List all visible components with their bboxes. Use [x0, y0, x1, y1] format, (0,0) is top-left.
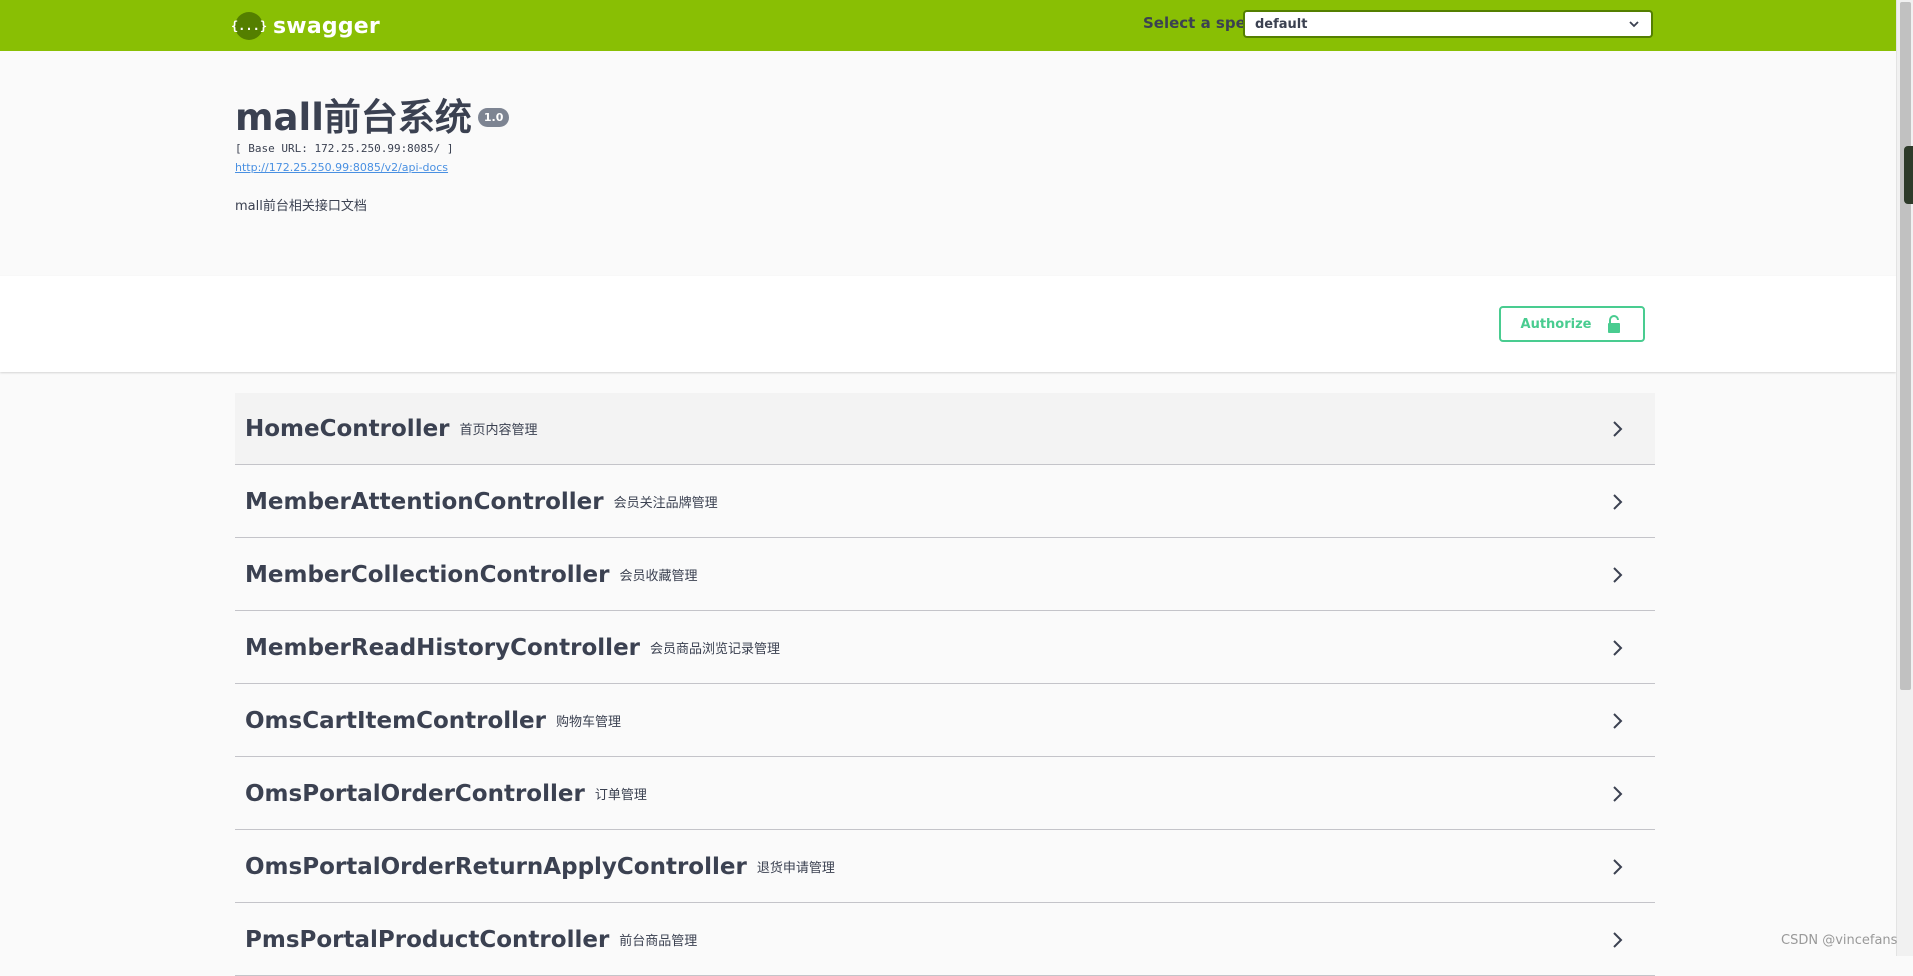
swagger-logo[interactable]: {...} swagger — [231, 12, 380, 40]
chevron-right-icon[interactable] — [1607, 565, 1627, 585]
chevron-right-icon[interactable] — [1607, 638, 1627, 658]
controller-section[interactable]: OmsCartItemController 购物车管理 — [235, 685, 1655, 757]
controller-section[interactable]: HomeController 首页内容管理 — [235, 393, 1655, 465]
chevron-right-icon[interactable] — [1607, 711, 1627, 731]
controller-name: OmsPortalOrderReturnApplyController — [245, 853, 747, 880]
controller-description: 前台商品管理 — [619, 934, 698, 949]
controller-section[interactable]: MemberReadHistoryController 会员商品浏览记录管理 — [235, 612, 1655, 684]
version-badge: 1.0 — [477, 108, 510, 127]
base-url: [ Base URL: 172.25.250.99:8085/ ] — [235, 142, 454, 156]
spec-select[interactable]: default — [1243, 10, 1653, 38]
spec-selected-value: default — [1255, 16, 1308, 32]
page-title: mall前台系统 — [235, 96, 472, 139]
spec-label: Select a spec — [1143, 14, 1255, 32]
swagger-logo-icon: {...} — [231, 12, 267, 40]
controller-description: 首页内容管理 — [459, 423, 538, 438]
controller-name: MemberAttentionController — [245, 488, 604, 515]
chevron-right-icon[interactable] — [1607, 930, 1627, 950]
controller-name: MemberCollectionController — [245, 561, 610, 588]
logo-text: swagger — [273, 13, 380, 39]
controller-name: OmsCartItemController — [245, 707, 546, 734]
chevron-right-icon[interactable] — [1607, 784, 1627, 804]
unlock-icon — [1608, 315, 1621, 333]
controller-description: 退货申请管理 — [756, 861, 835, 876]
controller-list: HomeController 首页内容管理 MemberAttentionCon… — [235, 393, 1655, 976]
authorize-button[interactable]: Authorize — [1499, 306, 1645, 342]
chevron-right-icon[interactable] — [1607, 419, 1627, 439]
api-description: mall前台相关接口文档 — [235, 199, 367, 215]
controller-description: 购物车管理 — [555, 715, 621, 730]
controller-section[interactable]: MemberAttentionController 会员关注品牌管理 — [235, 466, 1655, 538]
chevron-right-icon[interactable] — [1607, 857, 1627, 877]
controller-name: PmsPortalProductController — [245, 926, 610, 953]
watermark: CSDN @vincefans — [1781, 933, 1898, 948]
controller-name: OmsPortalOrderController — [245, 780, 585, 807]
controller-description: 订单管理 — [594, 788, 647, 803]
controller-section[interactable]: PmsPortalProductController 前台商品管理 — [235, 904, 1655, 976]
scrollbar[interactable] — [1896, 0, 1913, 956]
controller-name: MemberReadHistoryController — [245, 634, 641, 661]
api-info: mall前台系统 1.0 [ Base URL: 172.25.250.99:8… — [235, 96, 1655, 214]
authorize-label: Authorize — [1520, 316, 1592, 332]
controller-description: 会员关注品牌管理 — [613, 496, 718, 511]
api-docs-link[interactable]: http://172.25.250.99:8085/v2/api-docs — [235, 161, 448, 174]
controller-section[interactable]: OmsPortalOrderReturnApplyController 退货申请… — [235, 831, 1655, 903]
side-widget[interactable] — [1904, 146, 1913, 204]
topbar: {...} swagger Select a spec default — [0, 0, 1896, 51]
controller-section[interactable]: OmsPortalOrderController 订单管理 — [235, 758, 1655, 830]
chevron-down-icon — [1629, 21, 1639, 28]
controller-section[interactable]: MemberCollectionController 会员收藏管理 — [235, 539, 1655, 611]
controller-description: 会员收藏管理 — [619, 569, 698, 584]
controller-description: 会员商品浏览记录管理 — [650, 642, 781, 657]
controller-name: HomeController — [245, 415, 450, 442]
scroll-thumb[interactable] — [1900, 2, 1911, 690]
chevron-right-icon[interactable] — [1607, 492, 1627, 512]
